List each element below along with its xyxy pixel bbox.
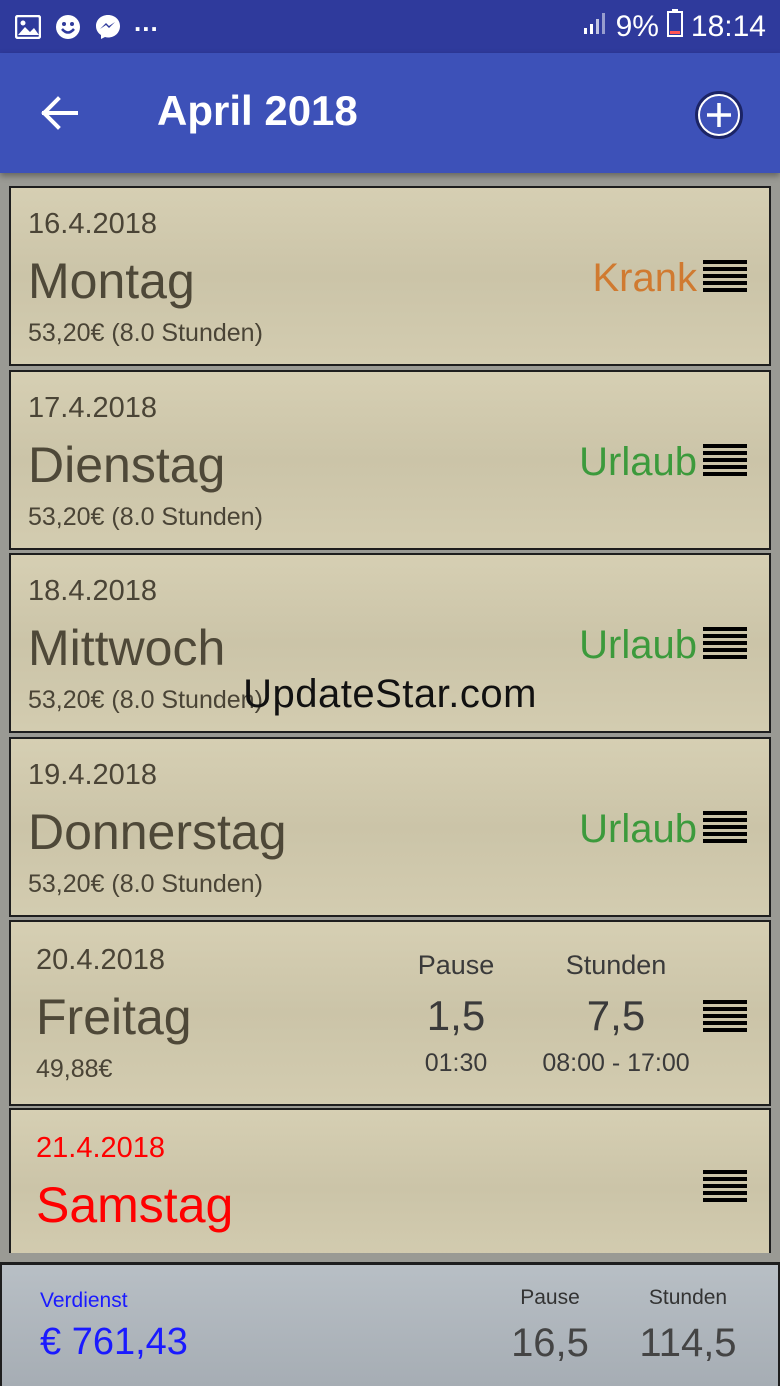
battery-percent: 9% [615,9,659,43]
messenger-icon [94,13,122,41]
day-card-freitag[interactable]: 20.4.2018 Freitag 49,88€ Pause 1,5 01:30… [9,920,771,1106]
day-date: 17.4.2018 [28,392,158,424]
signal-icon [582,10,608,44]
summary-bar: Verdienst € 761,43 Pause 16,5 Stunden 11… [0,1262,780,1386]
day-name: Mittwoch [28,620,226,676]
arrow-left-icon [41,96,78,130]
day-name: Donnerstag [28,804,287,860]
status-label: Urlaub [579,440,697,484]
clock: 18:14 [690,9,766,43]
day-date: 20.4.2018 [36,944,166,976]
day-card-dienstag[interactable]: 17.4.2018 Dienstag 53,20€ (8.0 Stunden) … [9,370,771,550]
earned-label: Verdienst [40,1289,128,1312]
menu-icon[interactable] [703,1170,747,1204]
total-hours-label: Stunden [648,1286,728,1309]
menu-icon[interactable] [703,444,747,478]
day-date: 21.4.2018 [36,1132,166,1164]
plus-circle-icon [695,91,743,139]
hours-label: Stunden [565,950,667,980]
day-earnings: 53,20€ (8.0 Stunden) [28,503,263,531]
smiley-icon [54,13,82,41]
back-button[interactable] [36,89,84,137]
status-label: Urlaub [579,623,697,667]
total-pause-label: Pause [520,1286,580,1309]
hours-time: 08:00 - 17:00 [542,1049,690,1077]
day-name: Freitag [36,989,192,1045]
day-earnings: 53,20€ (8.0 Stunden) [28,319,263,347]
day-card-montag[interactable]: 16.4.2018 Montag 53,20€ (8.0 Stunden) Kr… [9,186,771,366]
notification-icons: ... [14,7,159,41]
total-pause-value: 16,5 [511,1321,589,1365]
day-earnings: 49,88€ [36,1055,113,1083]
day-card-donnerstag[interactable]: 19.4.2018 Donnerstag 53,20€ (8.0 Stunden… [9,737,771,917]
day-date: 18.4.2018 [28,575,158,607]
pause-label: Pause [417,950,495,980]
total-hours-value: 114,5 [639,1321,737,1365]
system-status: 9% 18:14 [582,8,766,45]
add-entry-button[interactable] [694,90,744,140]
day-name: Montag [28,253,195,309]
menu-icon[interactable] [703,260,747,294]
status-bar: ... 9% 18:14 [0,0,780,53]
page-title: April 2018 [157,87,358,134]
day-name: Samstag [36,1177,234,1233]
battery-icon [666,8,683,45]
image-icon [14,13,42,41]
day-date: 19.4.2018 [28,759,158,791]
overflow-indicator: ... [134,7,159,37]
menu-icon[interactable] [703,811,747,845]
hours-value: 7,5 [586,992,646,1039]
earned-value: € 761,43 [40,1321,188,1363]
pause-time: 01:30 [424,1049,488,1077]
day-name: Dienstag [28,437,226,493]
day-date: 16.4.2018 [28,208,158,240]
menu-icon[interactable] [703,1000,747,1034]
watermark: UpdateStar.com [243,672,537,716]
app-bar: April 2018 [0,53,780,173]
pause-value: 1,5 [426,992,486,1039]
status-label: Urlaub [579,807,697,851]
menu-icon[interactable] [703,627,747,661]
day-earnings: 53,20€ (8.0 Stunden) [28,870,263,898]
status-label: Krank [592,256,698,300]
day-card-samstag[interactable]: 21.4.2018 Samstag [9,1108,771,1253]
